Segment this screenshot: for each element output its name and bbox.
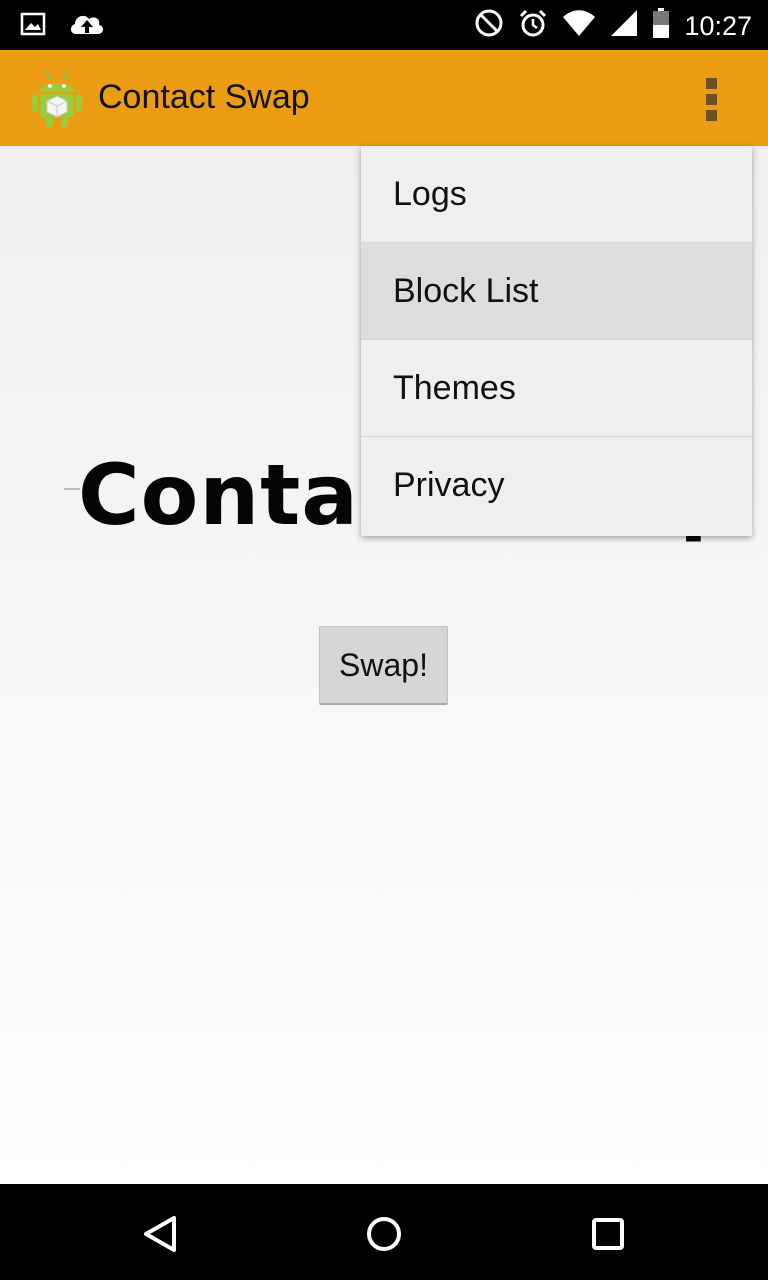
menu-item-privacy[interactable]: Privacy bbox=[361, 437, 752, 534]
cloud-upload-icon bbox=[68, 10, 106, 43]
back-icon[interactable] bbox=[136, 1210, 184, 1258]
app-title: Contact Swap bbox=[98, 78, 310, 116]
do-not-disturb-icon bbox=[474, 8, 504, 43]
battery-icon bbox=[652, 8, 670, 43]
overflow-menu: Logs Block List Themes Privacy bbox=[361, 146, 752, 536]
menu-item-logs[interactable]: Logs bbox=[361, 146, 752, 243]
menu-item-block-list[interactable]: Block List bbox=[361, 243, 752, 340]
home-icon[interactable] bbox=[360, 1210, 408, 1258]
android-app-icon[interactable] bbox=[30, 70, 84, 128]
navigation-bar bbox=[0, 1184, 768, 1280]
signal-icon bbox=[610, 9, 638, 42]
more-vert-icon[interactable] bbox=[696, 72, 728, 124]
status-bar-notifications bbox=[20, 10, 106, 43]
menu-item-themes[interactable]: Themes bbox=[361, 340, 752, 437]
alarm-icon bbox=[518, 8, 548, 43]
app-bar: Contact Swap bbox=[0, 50, 768, 146]
status-time: 10:27 bbox=[684, 10, 752, 41]
image-notification-icon bbox=[20, 11, 46, 42]
status-bar: 10:27 bbox=[0, 0, 768, 50]
wifi-icon bbox=[562, 9, 596, 42]
status-bar-system: 10:27 bbox=[474, 8, 752, 43]
recents-icon[interactable] bbox=[584, 1210, 632, 1258]
swap-button[interactable]: Swap! bbox=[319, 626, 448, 705]
